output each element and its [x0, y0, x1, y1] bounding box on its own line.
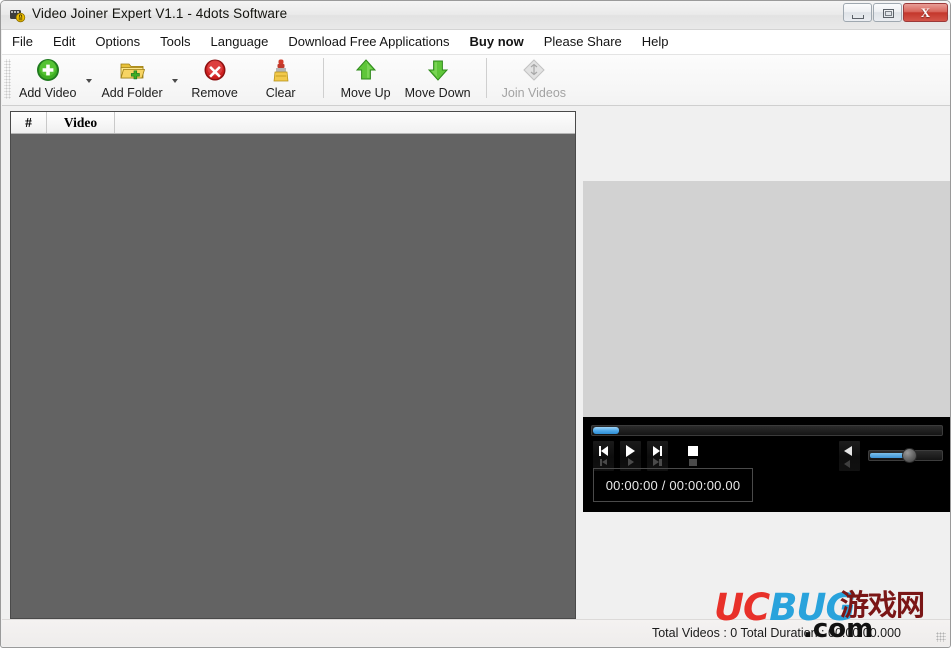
menu-item-file[interactable]: File: [2, 31, 43, 53]
menu-item-help[interactable]: Help: [632, 31, 679, 53]
close-icon: X: [920, 4, 931, 20]
menu-item-download-free-applications[interactable]: Download Free Applications: [278, 31, 459, 53]
app-icon: [9, 7, 26, 24]
title-bar[interactable]: Video Joiner Expert V1.1 - 4dots Softwar…: [1, 1, 950, 30]
next-icon-reflection: [647, 458, 668, 467]
play-icon: [620, 444, 641, 457]
add-video-dropdown[interactable]: [82, 55, 95, 104]
clear-label: Clear: [265, 86, 296, 100]
application-window: Video Joiner Expert V1.1 - 4dots Softwar…: [0, 0, 951, 648]
add-folder-dropdown[interactable]: [169, 55, 182, 104]
clear-button[interactable]: Clear: [248, 55, 314, 104]
volume-fill: [870, 453, 906, 458]
toolbar-separator: [485, 58, 487, 98]
watermark-chinese: 游戏网: [840, 588, 925, 622]
toolbar: Add Video Add Folder Remove Clear Move U…: [2, 55, 950, 106]
join-videos-button[interactable]: Join Videos: [496, 55, 572, 104]
remove-icon: [201, 57, 229, 85]
move-up-button[interactable]: Move Up: [333, 55, 399, 104]
previous-icon-reflection: [593, 458, 614, 467]
minimize-button[interactable]: [843, 3, 872, 22]
chevron-down-icon: [172, 78, 179, 83]
clear-icon: [267, 57, 295, 85]
menu-bar: File Edit Options Tools Language Downloa…: [2, 30, 950, 55]
menu-item-tools[interactable]: Tools: [150, 31, 200, 53]
mute-button[interactable]: [839, 441, 860, 471]
join-videos-icon: [520, 57, 548, 85]
add-folder-button[interactable]: Add Folder: [95, 55, 168, 104]
play-icon-reflection: [620, 458, 641, 467]
menu-item-buy-now[interactable]: Buy now: [460, 31, 534, 53]
time-display: 00:00:00 / 00:00:00.00: [593, 468, 753, 502]
join-videos-label: Join Videos: [501, 86, 567, 100]
menu-item-language[interactable]: Language: [201, 31, 279, 53]
video-preview-area: [583, 181, 950, 417]
menu-item-options[interactable]: Options: [85, 31, 150, 53]
seek-slider[interactable]: [591, 425, 943, 436]
resize-grip[interactable]: [936, 632, 946, 642]
move-down-button[interactable]: Move Down: [399, 55, 477, 104]
video-list[interactable]: # Video: [10, 111, 576, 619]
toolbar-separator: [322, 58, 324, 98]
move-down-icon: [424, 57, 452, 85]
add-video-button[interactable]: Add Video: [13, 55, 82, 104]
move-down-label: Move Down: [404, 86, 471, 100]
maximize-button[interactable]: [873, 3, 902, 22]
playback-controls: [593, 441, 703, 471]
chevron-down-icon: [85, 78, 92, 83]
caption-buttons: X: [843, 3, 948, 22]
video-list-body[interactable]: [11, 134, 575, 618]
close-button[interactable]: X: [903, 3, 948, 22]
add-folder-label: Add Folder: [101, 86, 163, 100]
previous-button[interactable]: [593, 441, 614, 471]
toolbar-grip[interactable]: [4, 59, 11, 99]
stop-button[interactable]: [682, 441, 703, 471]
add-video-label: Add Video: [19, 86, 77, 100]
time-display-text: 00:00:00 / 00:00:00.00: [605, 477, 741, 493]
add-video-icon: [34, 57, 62, 85]
move-up-icon: [352, 57, 380, 85]
add-folder-icon: [118, 57, 146, 85]
status-text: Total Videos : 0 Total Duration : 00:00:…: [651, 626, 901, 640]
seek-handle[interactable]: [593, 427, 619, 434]
status-bar: Total Videos : 0 Total Duration : 00:00:…: [2, 619, 950, 646]
previous-icon: [593, 445, 614, 456]
speaker-icon: [844, 446, 852, 456]
remove-label: Remove: [191, 86, 238, 100]
remove-button[interactable]: Remove: [182, 55, 248, 104]
menu-item-please-share[interactable]: Please Share: [534, 31, 632, 53]
stop-icon: [682, 445, 703, 456]
video-list-header: # Video: [11, 112, 575, 134]
play-button[interactable]: [620, 441, 641, 471]
window-title: Video Joiner Expert V1.1 - 4dots Softwar…: [32, 6, 288, 21]
column-header-number[interactable]: #: [11, 112, 47, 133]
volume-knob[interactable]: [902, 448, 917, 463]
menu-item-edit[interactable]: Edit: [43, 31, 85, 53]
next-icon: [647, 445, 668, 456]
maximize-icon: [883, 9, 894, 18]
minimize-icon: [852, 15, 864, 19]
next-button[interactable]: [647, 441, 668, 471]
media-player-panel: 00:00:00 / 00:00:00.00: [583, 417, 950, 512]
stop-icon-reflection: [682, 458, 703, 467]
speaker-icon-reflection: [844, 460, 850, 468]
move-up-label: Move Up: [340, 86, 391, 100]
volume-slider[interactable]: [868, 448, 943, 463]
column-header-video[interactable]: Video: [47, 112, 115, 133]
